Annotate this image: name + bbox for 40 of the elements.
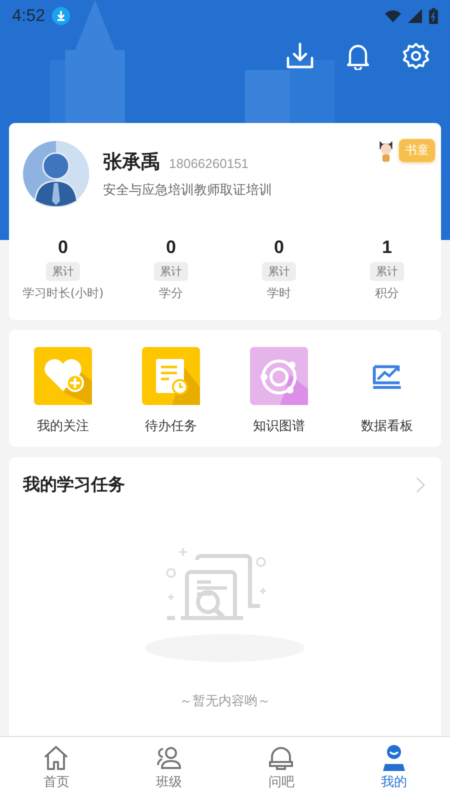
stat-tag: 累计 bbox=[46, 262, 80, 281]
stat-tag: 累计 bbox=[370, 262, 404, 281]
stat-label: 学分 bbox=[159, 285, 183, 302]
section-title: 我的学习任务 bbox=[23, 474, 125, 496]
bell-icon[interactable] bbox=[344, 42, 372, 70]
feature-item[interactable]: 数据看板 bbox=[333, 347, 441, 435]
stat-value: 0 bbox=[58, 237, 68, 258]
settings-icon[interactable] bbox=[402, 42, 430, 70]
course-name: 安全与应急培训教师取证培训 bbox=[103, 182, 272, 199]
home-icon bbox=[42, 744, 70, 772]
nav-tab[interactable]: 班级 bbox=[112, 737, 225, 797]
level-badge: 书童 bbox=[399, 138, 435, 162]
stat-value: 1 bbox=[382, 237, 392, 258]
status-time: 4:52 bbox=[12, 6, 46, 26]
chart-board-icon bbox=[372, 363, 402, 390]
stat-value: 0 bbox=[274, 237, 284, 258]
stat-value: 0 bbox=[166, 237, 176, 258]
wifi-icon bbox=[385, 9, 401, 23]
node-graph-icon bbox=[250, 347, 308, 405]
user-name: 张承禹 bbox=[103, 150, 160, 175]
feature-item[interactable]: 我的关注 bbox=[9, 347, 117, 435]
nav-tab[interactable]: 问吧 bbox=[225, 737, 338, 797]
download-icon[interactable] bbox=[286, 42, 314, 70]
battery-icon bbox=[429, 8, 438, 24]
stat-label: 学时 bbox=[267, 285, 291, 302]
stat-label: 学习时长(小时) bbox=[22, 285, 104, 302]
signal-icon bbox=[407, 9, 423, 23]
feature-item[interactable]: 知识图谱 bbox=[225, 347, 333, 435]
avatar-icon bbox=[23, 141, 89, 207]
nav-tab[interactable]: 我的 bbox=[338, 737, 450, 797]
download-icon bbox=[51, 6, 72, 26]
stat-label: 积分 bbox=[375, 285, 399, 302]
heart-plus-icon bbox=[34, 347, 92, 405]
task-clock-icon bbox=[142, 347, 200, 405]
nav-tab[interactable]: 首页 bbox=[0, 737, 112, 797]
stat-tag: 累计 bbox=[154, 262, 188, 281]
stat-tag: 累计 bbox=[262, 262, 296, 281]
feature-item[interactable]: 待办任务 bbox=[117, 347, 225, 435]
phone-number: 18066260151 bbox=[169, 156, 249, 171]
empty-message: ～暂无内容哟～ bbox=[180, 693, 270, 710]
